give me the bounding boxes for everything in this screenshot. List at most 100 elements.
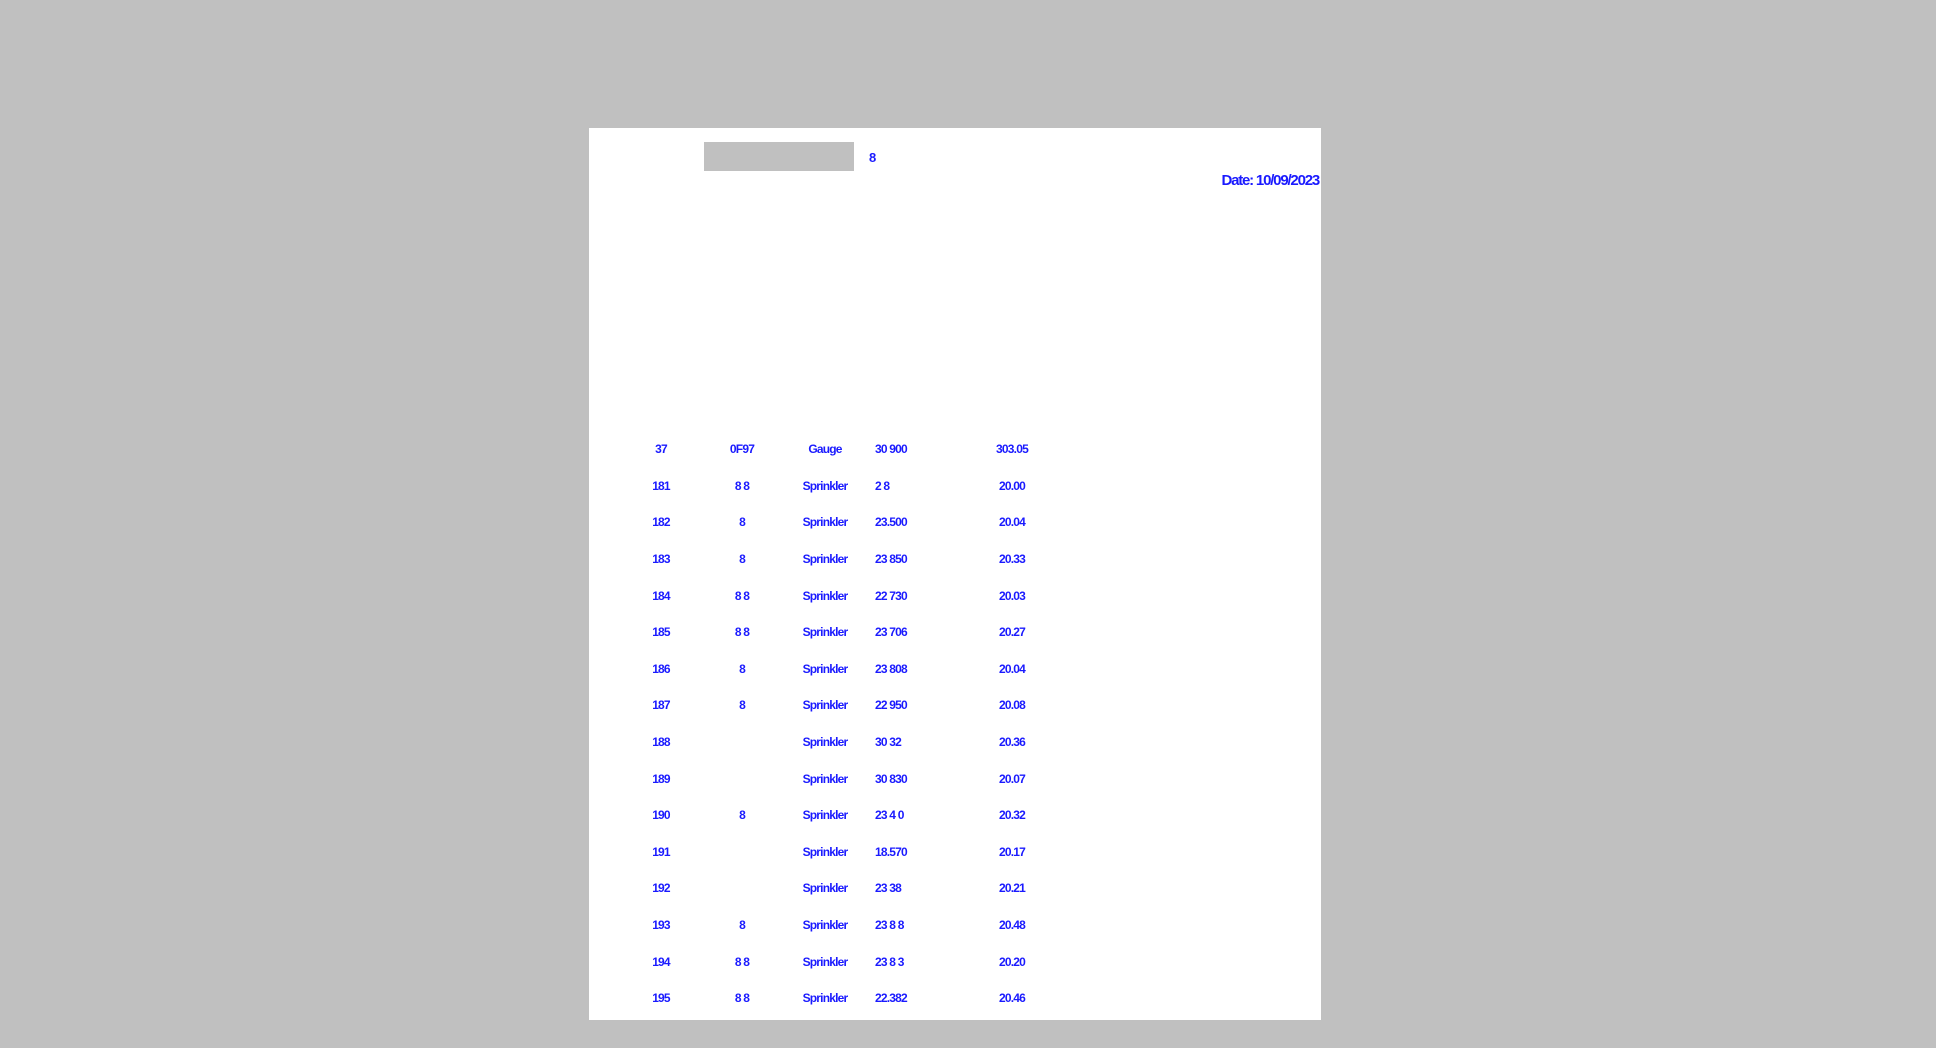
row-value-cell: 20.04 [998, 661, 1026, 676]
date-line: Date: 10/09/2023 [1221, 172, 1320, 189]
row-id-cell: 192 [652, 881, 670, 896]
row-code-cell: 8 [739, 552, 746, 567]
row-code-cell: 8 8 [734, 588, 750, 603]
row-id-cell: 190 [652, 808, 670, 823]
row-id-cell: 183 [652, 552, 670, 567]
row-id-cell: 186 [652, 661, 670, 676]
row-code-cell: 8 [739, 918, 746, 933]
table-row: 187 8 Sprinkler 22 950 20.08 [629, 687, 1053, 724]
row-code-cell: 0F97 [729, 442, 755, 457]
table-row: 186 8 Sprinkler 23 808 20.04 [629, 651, 1053, 688]
row-type-cell: Sprinkler [802, 808, 849, 823]
row-reading-cell: 23 38 [875, 881, 902, 896]
row-value-cell: 20.07 [998, 771, 1026, 786]
table-row: 192 Sprinkler 23 38 20.21 [629, 870, 1053, 907]
row-reading-cell: 22.382 [875, 991, 908, 1006]
row-id-cell: 189 [652, 771, 670, 786]
row-value-cell: 20.27 [998, 625, 1026, 640]
row-reading-cell: 30 900 [875, 442, 908, 457]
row-type-cell: Sprinkler [802, 844, 849, 859]
table-row: 37 0F97 Gauge 30 900 303.05 [629, 431, 1053, 468]
row-reading-cell: 2 8 [875, 478, 890, 493]
row-code-cell: 8 8 [734, 954, 750, 969]
redacted-field [704, 142, 854, 171]
row-value-cell: 20.04 [998, 515, 1026, 530]
row-value-cell: 303.05 [996, 442, 1029, 457]
row-type-cell: Gauge [808, 442, 842, 457]
row-reading-cell: 30 830 [875, 771, 908, 786]
row-code-cell: 8 8 [734, 478, 750, 493]
row-type-cell: Sprinkler [802, 588, 849, 603]
row-type-cell: Sprinkler [802, 515, 849, 530]
row-reading-cell: 23 706 [875, 625, 908, 640]
row-code-cell: 8 [739, 515, 746, 530]
row-code-cell: 8 [739, 808, 746, 823]
header-mark: 8 [869, 150, 876, 165]
row-value-cell: 20.46 [998, 991, 1026, 1006]
row-value-cell: 20.21 [998, 881, 1026, 896]
row-type-cell: Sprinkler [802, 954, 849, 969]
row-reading-cell: 23 8 3 [875, 954, 904, 969]
row-value-cell: 20.08 [998, 698, 1026, 713]
row-value-cell: 20.20 [998, 954, 1026, 969]
row-reading-cell: 18.570 [875, 844, 908, 859]
row-reading-cell: 22 730 [875, 588, 908, 603]
table-row: 185 8 8 Sprinkler 23 706 20.27 [629, 614, 1053, 651]
row-value-cell: 20.36 [998, 735, 1026, 750]
table-row: 188 Sprinkler 30 32 20.36 [629, 724, 1053, 761]
row-reading-cell: 30 32 [875, 735, 902, 750]
readings-table: 37 0F97 Gauge 30 900 303.05 181 8 8 Sprinkler 2 … [629, 431, 1053, 1017]
readings-table-body: 37 0F97 Gauge 30 900 303.05 181 8 8 Sprinkler 2 … [629, 431, 1053, 1017]
row-code-cell: 8 [739, 698, 746, 713]
row-id-cell: 184 [652, 588, 670, 603]
row-reading-cell: 23 850 [875, 552, 908, 567]
row-id-cell: 195 [652, 991, 670, 1006]
row-value-cell: 20.33 [998, 552, 1026, 567]
row-type-cell: Sprinkler [802, 478, 849, 493]
row-code-cell: 8 [739, 661, 746, 676]
row-type-cell: Sprinkler [802, 625, 849, 640]
row-reading-cell: 22 950 [875, 698, 908, 713]
date-value: 10/09/2023 [1255, 172, 1320, 189]
table-row: 181 8 8 Sprinkler 2 8 20.00 [629, 468, 1053, 505]
table-row: 189 Sprinkler 30 830 20.07 [629, 760, 1053, 797]
row-reading-cell: 23 808 [875, 661, 908, 676]
row-type-cell: Sprinkler [802, 771, 849, 786]
table-row: 195 8 8 Sprinkler 22.382 20.46 [629, 980, 1053, 1017]
viewer-background: 8 Date: 10/09/2023 37 0F97 Gauge 30 900 303.… [0, 0, 1936, 1048]
row-id-cell: 182 [652, 515, 670, 530]
row-reading-cell: 23 8 8 [875, 918, 904, 933]
table-row: 194 8 8 Sprinkler 23 8 3 20.20 [629, 943, 1053, 980]
row-type-cell: Sprinkler [802, 991, 849, 1006]
row-code-cell: 8 8 [734, 991, 750, 1006]
row-code-cell [693, 834, 791, 871]
row-value-cell: 20.00 [998, 478, 1026, 493]
row-value-cell: 20.48 [998, 918, 1026, 933]
row-code-cell: 8 8 [734, 625, 750, 640]
row-type-cell: Sprinkler [802, 881, 849, 896]
table-row: 183 8 Sprinkler 23 850 20.33 [629, 541, 1053, 578]
row-code-cell [693, 760, 791, 797]
row-code-cell [693, 724, 791, 761]
row-id-cell: 187 [652, 698, 670, 713]
row-id-cell: 181 [652, 478, 670, 493]
table-row: 184 8 8 Sprinkler 22 730 20.03 [629, 577, 1053, 614]
table-row: 190 8 Sprinkler 23 4 0 20.32 [629, 797, 1053, 834]
document-page: 8 Date: 10/09/2023 37 0F97 Gauge 30 900 303.… [589, 128, 1321, 1020]
row-type-cell: Sprinkler [802, 661, 849, 676]
row-value-cell: 20.32 [998, 808, 1026, 823]
table-row: 182 8 Sprinkler 23.500 20.04 [629, 504, 1053, 541]
row-value-cell: 20.17 [998, 844, 1026, 859]
row-reading-cell: 23 4 0 [875, 808, 904, 823]
row-id-cell: 188 [652, 735, 670, 750]
row-value-cell: 20.03 [998, 588, 1026, 603]
row-type-cell: Sprinkler [802, 698, 849, 713]
row-type-cell: Sprinkler [802, 552, 849, 567]
date-label: Date: [1221, 172, 1254, 189]
row-id-cell: 193 [652, 918, 670, 933]
table-row: 193 8 Sprinkler 23 8 8 20.48 [629, 907, 1053, 944]
row-id-cell: 194 [652, 954, 670, 969]
table-row: 191 Sprinkler 18.570 20.17 [629, 834, 1053, 871]
row-id-cell: 191 [652, 844, 670, 859]
row-reading-cell: 23.500 [875, 515, 908, 530]
